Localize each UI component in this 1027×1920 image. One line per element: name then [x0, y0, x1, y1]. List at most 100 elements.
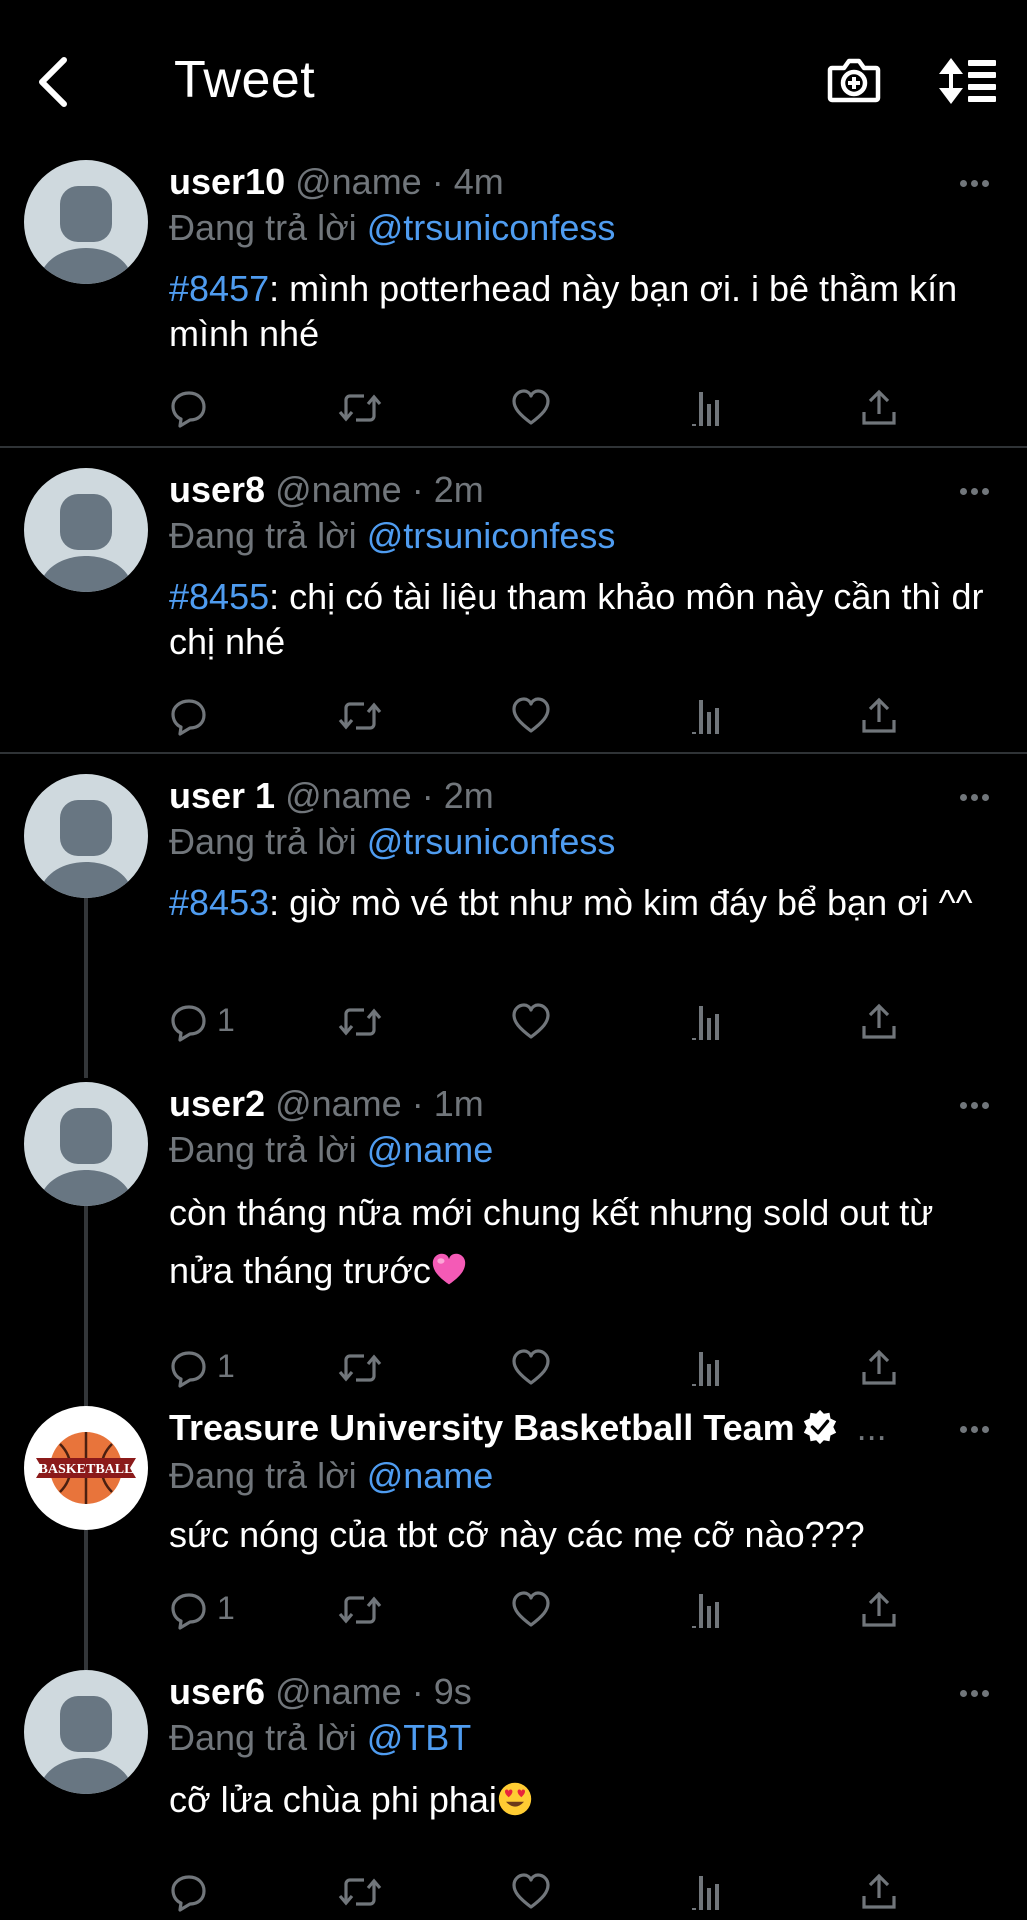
tweet[interactable]: BASKETBALL Treasure University Basketbal…	[0, 1400, 1027, 1670]
avatar[interactable]	[24, 160, 148, 284]
default-avatar-icon	[38, 1696, 134, 1794]
action-bar: 1	[169, 1586, 909, 1630]
share-icon	[862, 1591, 896, 1627]
action-bar	[169, 692, 909, 736]
avatar[interactable]	[24, 1082, 148, 1206]
tweet[interactable]: user2 @name · 1m Đang trả lời @name còn …	[0, 1060, 1027, 1400]
more-options-button[interactable]	[960, 1100, 990, 1110]
avatar[interactable]	[24, 1670, 148, 1794]
hashtag-link[interactable]: #8455	[169, 576, 269, 617]
replying-to: Đang trả lời @name	[169, 1128, 493, 1172]
timestamp[interactable]: 2m	[444, 775, 494, 816]
separator: ·	[411, 1083, 424, 1124]
replying-to-label: Đang trả lời	[169, 1717, 357, 1758]
tweet[interactable]: user 1 @name · 2m Đang trả lời @trsunico…	[0, 754, 1027, 1060]
mention-link[interactable]: @name	[367, 1129, 494, 1170]
mention-link[interactable]: @trsuniconfess	[367, 515, 616, 556]
tweet-text: sức nóng của tbt cỡ này các mẹ cỡ nào???	[169, 1512, 989, 1558]
default-avatar-icon	[38, 186, 134, 284]
reply-icon	[171, 391, 206, 428]
reply-icon	[171, 1351, 206, 1388]
separator: ·	[431, 161, 444, 202]
display-name[interactable]: user8	[169, 469, 265, 510]
mention-link[interactable]: @name	[367, 1455, 494, 1496]
tweet-header: user 1 @name · 2m	[169, 774, 494, 818]
replying-to: Đang trả lời @name	[169, 1454, 493, 1498]
avatar[interactable]	[24, 774, 148, 898]
more-options-button[interactable]	[960, 178, 990, 188]
analytics-icon	[692, 1876, 719, 1910]
heart-icon	[512, 1873, 550, 1909]
timestamp[interactable]: 1m	[434, 1083, 484, 1124]
display-name[interactable]: user10	[169, 161, 285, 202]
reply-icon	[171, 1005, 206, 1042]
timestamp[interactable]: 4m	[454, 161, 504, 202]
verified-badge-icon	[803, 1409, 836, 1445]
separator: ·	[411, 1671, 424, 1712]
user-handle[interactable]: @name	[295, 161, 422, 202]
user-handle[interactable]: @name	[285, 775, 412, 816]
mention-link[interactable]: @trsuniconfess	[367, 207, 616, 248]
retweet-icon	[338, 1878, 382, 1906]
retweet-icon	[338, 1354, 382, 1382]
display-name[interactable]: user2	[169, 1083, 265, 1124]
action-bar	[169, 1868, 909, 1912]
tweet[interactable]: user6 @name · 9s Đang trả lời @TBT cỡ lử…	[0, 1670, 1027, 1920]
timestamp[interactable]: 9s	[434, 1671, 472, 1712]
share-icon	[862, 1873, 896, 1909]
more-options-button[interactable]	[960, 486, 990, 496]
share-icon	[862, 1003, 896, 1039]
replying-to-label: Đang trả lời	[169, 1455, 357, 1496]
replying-to: Đang trả lời @trsuniconfess	[169, 206, 615, 250]
team-avatar[interactable]: BASKETBALL	[24, 1406, 148, 1530]
retweet-icon	[338, 1008, 382, 1036]
reply-icon	[171, 1875, 206, 1912]
user-handle[interactable]: @name	[275, 1083, 402, 1124]
tweet-body: còn tháng nữa mới chung kết nhưng sold o…	[169, 1192, 934, 1291]
more-options-button[interactable]	[960, 792, 990, 802]
name-truncation: ...	[856, 1407, 887, 1448]
retweet-icon	[338, 1596, 382, 1624]
action-bar	[169, 384, 909, 428]
replying-to-label: Đang trả lời	[169, 515, 357, 556]
replying-to: Đang trả lời @TBT	[169, 1716, 471, 1760]
avatar[interactable]	[24, 468, 148, 592]
analytics-icon	[692, 392, 719, 426]
share-icon	[862, 389, 896, 425]
replying-to-label: Đang trả lời	[169, 821, 357, 862]
tweet-body: : giờ mò vé tbt như mò kim đáy bể bạn ơi…	[269, 882, 973, 923]
tweet[interactable]: user10 @name · 4m Đang trả lời @trsunico…	[0, 0, 1027, 446]
more-options-button[interactable]	[960, 1688, 990, 1698]
action-bar: 1	[169, 998, 909, 1042]
reply-icon	[171, 699, 206, 736]
heart-icon	[512, 1003, 550, 1039]
tweet-header: user2 @name · 1m	[169, 1082, 484, 1126]
mention-link[interactable]: @trsuniconfess	[367, 821, 616, 862]
display-name[interactable]: Treasure University Basketball Team	[169, 1407, 795, 1448]
tweet-text: #8453: giờ mò vé tbt như mò kim đáy bể b…	[169, 880, 989, 925]
tweet-header: user10 @name · 4m	[169, 160, 504, 204]
user-handle[interactable]: @name	[275, 1671, 402, 1712]
mention-link[interactable]: @TBT	[367, 1717, 472, 1758]
share-icon	[862, 1349, 896, 1385]
tweet-body: sức nóng của tbt cỡ này các mẹ cỡ nào???	[169, 1514, 865, 1555]
user-handle[interactable]: @name	[275, 469, 402, 510]
reply-count: 1	[217, 1002, 235, 1038]
reply-count: 1	[217, 1590, 235, 1626]
tweet-header: user6 @name · 9s	[169, 1670, 472, 1714]
tweet[interactable]: user8 @name · 2m Đang trả lời @trsunicon…	[0, 448, 1027, 752]
timestamp[interactable]: 2m	[434, 469, 484, 510]
display-name[interactable]: user 1	[169, 775, 275, 816]
hashtag-link[interactable]: #8457	[169, 268, 269, 309]
default-avatar-icon	[38, 494, 134, 592]
logo-text: BASKETBALL	[39, 1462, 134, 1477]
tweet-header: user8 @name · 2m	[169, 468, 484, 512]
separator: ·	[421, 775, 434, 816]
hashtag-link[interactable]: #8453	[169, 882, 269, 923]
retweet-icon	[338, 702, 382, 730]
more-options-button[interactable]	[960, 1424, 990, 1434]
tweet-body: : chị có tài liệu tham khảo môn này cần …	[169, 576, 984, 662]
separator: ·	[411, 469, 424, 510]
reply-icon	[171, 1593, 206, 1630]
display-name[interactable]: user6	[169, 1671, 265, 1712]
